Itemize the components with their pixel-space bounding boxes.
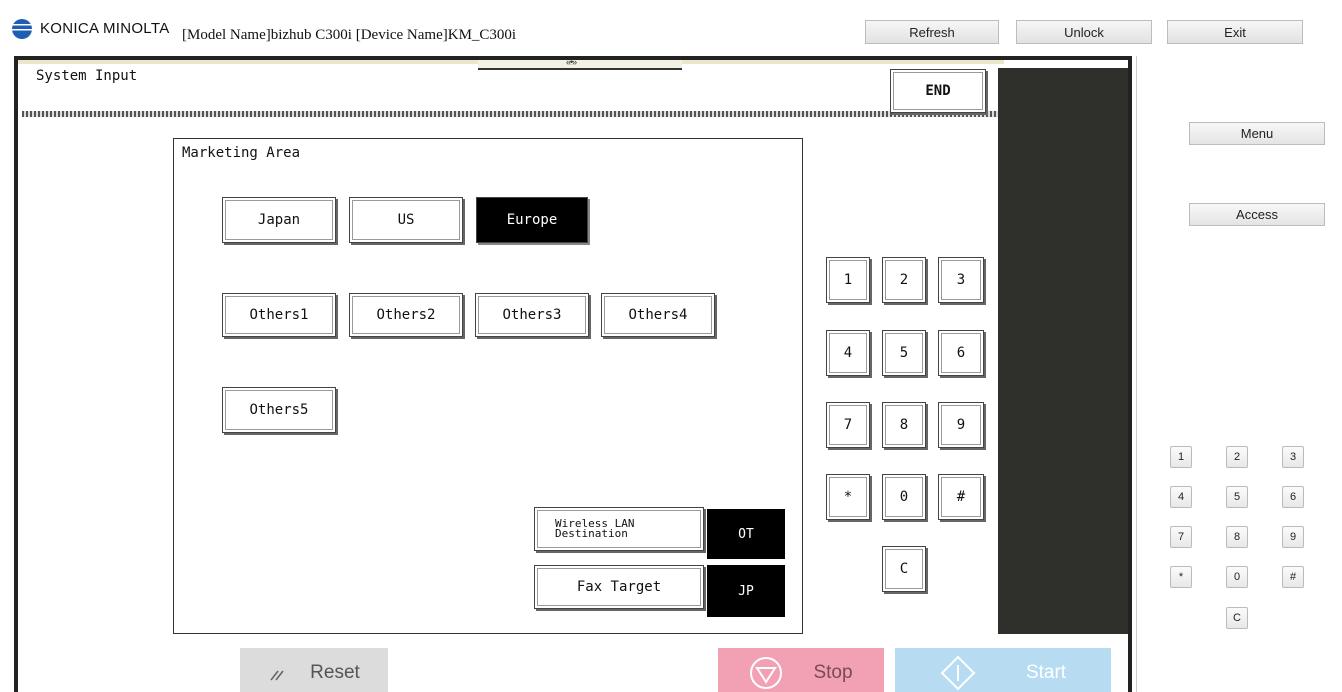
fax-target-value: JP <box>707 565 785 617</box>
screen-key-4[interactable]: 4 <box>826 330 870 376</box>
screen-key-5[interactable]: 5 <box>882 330 926 376</box>
reset-button[interactable]: Reset <box>240 648 388 692</box>
hw-key-0[interactable]: 0 <box>1226 566 1248 588</box>
screen-key-6[interactable]: 6 <box>938 330 984 376</box>
marketing-area-title: Marketing Area <box>182 145 301 161</box>
hw-key-2[interactable]: 2 <box>1226 446 1248 468</box>
screen-key-9[interactable]: 9 <box>938 402 984 448</box>
start-label: Start <box>1025 662 1067 683</box>
stop-button[interactable]: Stop <box>718 648 884 692</box>
area-japan-button[interactable]: Japan <box>222 197 336 243</box>
start-icon <box>940 655 976 691</box>
area-us-button[interactable]: US <box>349 197 463 243</box>
hw-key-star[interactable]: * <box>1170 566 1192 588</box>
stop-icon <box>750 657 783 689</box>
screen-key-8[interactable]: 8 <box>882 402 926 448</box>
screen-key-2[interactable]: 2 <box>882 257 926 303</box>
area-others5-button[interactable]: Others5 <box>222 387 336 433</box>
screen-key-star[interactable]: * <box>826 474 870 520</box>
model-device-info: [Model Name]bizhub C300i [Device Name]KM… <box>182 27 517 43</box>
refresh-button[interactable]: Refresh <box>865 20 999 44</box>
side-dark-panel <box>998 68 1128 634</box>
brand-name: KONICA MINOLTA <box>40 20 170 37</box>
area-others1-button[interactable]: Others1 <box>222 293 336 337</box>
header-divider <box>22 111 1008 117</box>
screen-key-7[interactable]: 7 <box>826 402 870 448</box>
reset-label: Reset <box>310 662 360 683</box>
top-drag-handle[interactable]: «•» <box>478 60 682 70</box>
hw-key-9[interactable]: 9 <box>1282 526 1304 548</box>
konica-minolta-logo-icon <box>12 19 32 39</box>
fax-target-button[interactable]: Fax Target <box>534 565 704 609</box>
hw-key-6[interactable]: 6 <box>1282 486 1304 508</box>
hw-key-5[interactable]: 5 <box>1226 486 1248 508</box>
reset-slash-icon <box>270 670 284 681</box>
exit-button[interactable]: Exit <box>1167 20 1303 44</box>
end-button[interactable]: END <box>890 69 986 113</box>
hw-key-7[interactable]: 7 <box>1170 526 1192 548</box>
unlock-button[interactable]: Unlock <box>1016 20 1152 44</box>
screen-key-clear[interactable]: C <box>882 546 926 592</box>
wireless-lan-destination-button[interactable]: Wireless LAN Destination <box>534 507 704 551</box>
screen-key-hash[interactable]: # <box>938 474 984 520</box>
screen-key-3[interactable]: 3 <box>938 257 984 303</box>
hw-key-4[interactable]: 4 <box>1170 486 1192 508</box>
start-button[interactable]: Start <box>895 648 1111 692</box>
hw-key-1[interactable]: 1 <box>1170 446 1192 468</box>
screen-key-1[interactable]: 1 <box>826 257 870 303</box>
hw-key-8[interactable]: 8 <box>1226 526 1248 548</box>
control-panel-screen: System Input «•» END Marketing Area Japa… <box>14 56 1132 692</box>
area-europe-button[interactable]: Europe <box>476 197 588 243</box>
screen-key-0[interactable]: 0 <box>882 474 926 520</box>
hw-key-hash[interactable]: # <box>1282 566 1304 588</box>
handle-arrows-icon: «•» <box>566 57 577 67</box>
menu-button[interactable]: Menu <box>1189 122 1325 145</box>
area-others3-button[interactable]: Others3 <box>475 293 589 337</box>
wireless-lan-value: OT <box>707 509 785 559</box>
access-button[interactable]: Access <box>1189 203 1325 226</box>
stop-label: Stop <box>813 662 853 683</box>
top-bar: KONICA MINOLTA [Model Name]bizhub C300i … <box>0 0 1342 52</box>
screen-title: System Input <box>36 68 138 84</box>
area-others4-button[interactable]: Others4 <box>601 293 715 337</box>
right-panel: Menu Access 1 2 3 4 5 6 7 8 9 * 0 # C <box>1136 56 1342 692</box>
marketing-area-panel: Marketing Area Japan US Europe Others1 O… <box>173 138 803 634</box>
area-others2-button[interactable]: Others2 <box>349 293 463 337</box>
hw-key-3[interactable]: 3 <box>1282 446 1304 468</box>
hw-key-clear[interactable]: C <box>1226 607 1248 629</box>
